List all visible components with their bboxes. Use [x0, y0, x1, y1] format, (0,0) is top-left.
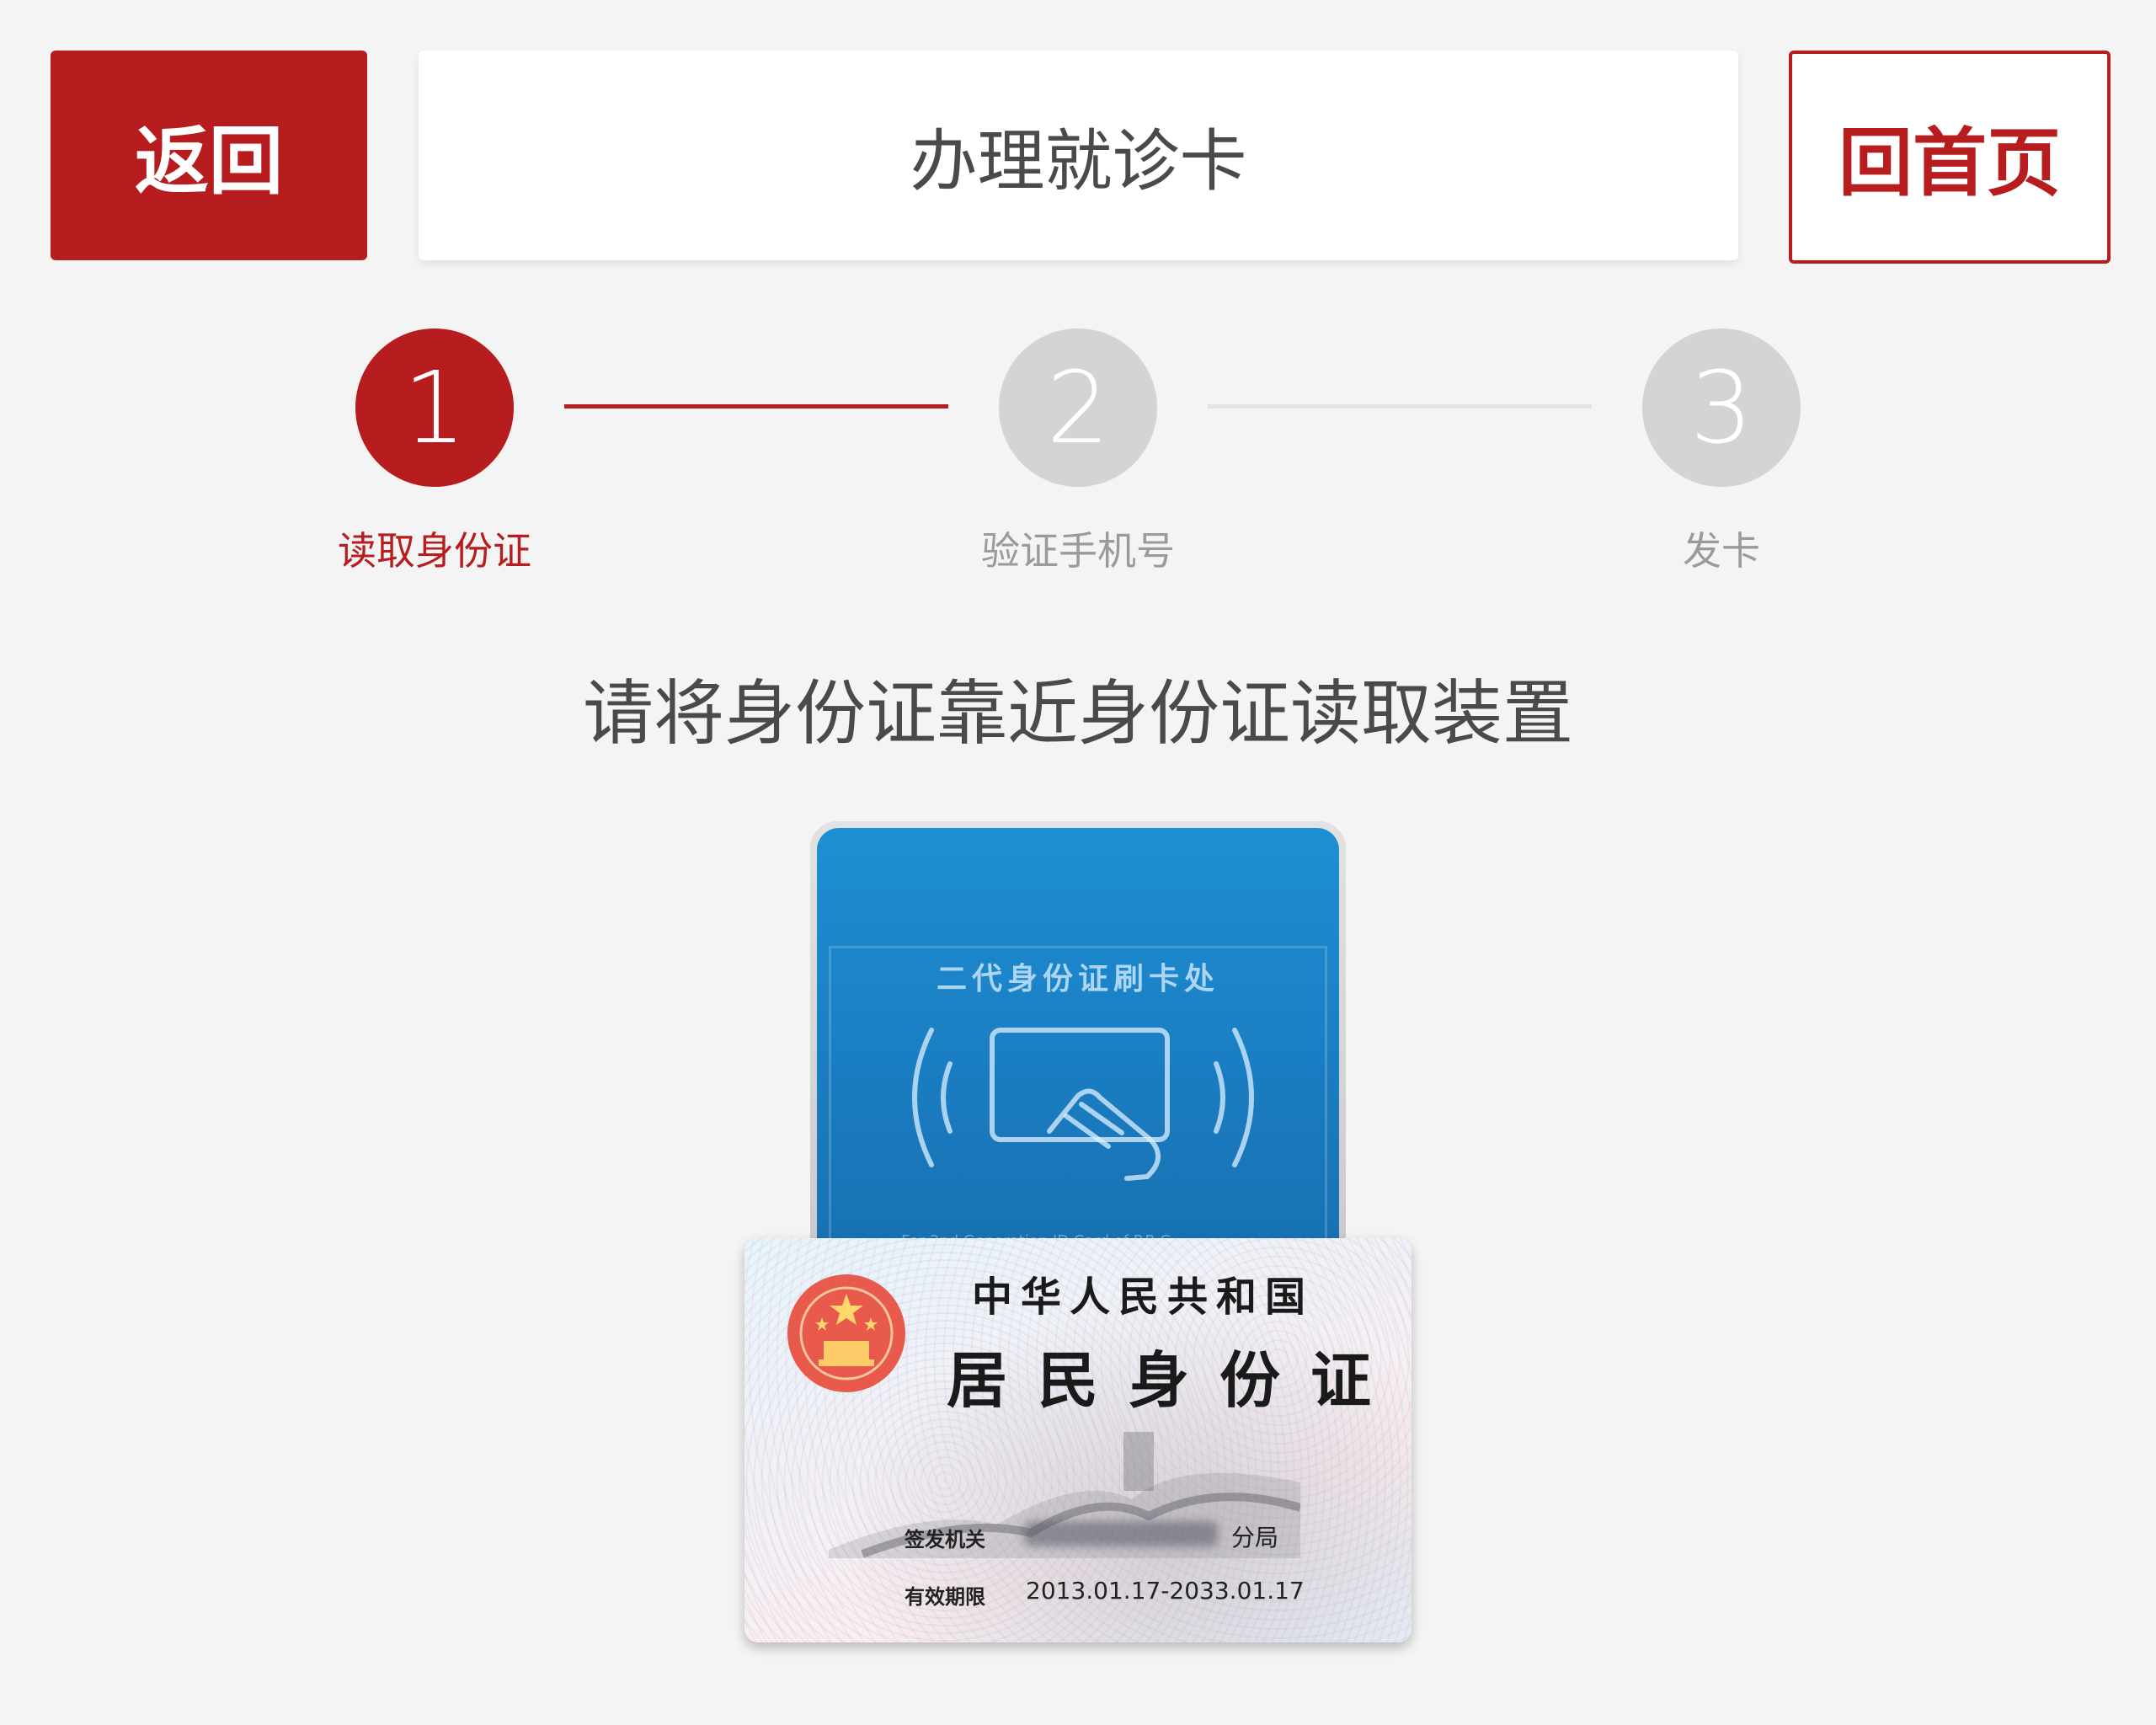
back-button[interactable]: 返回: [51, 51, 367, 260]
home-button[interactable]: 回首页: [1789, 51, 2111, 264]
redacted-authority: [1024, 1521, 1218, 1546]
step-3-number: 3: [1689, 350, 1753, 466]
national-emblem-icon: [787, 1274, 905, 1392]
back-button-label: 返回: [134, 118, 283, 205]
step-3-label: 发卡: [1683, 528, 1760, 574]
step-2-number: 2: [1046, 350, 1110, 466]
tap-card-icon: [912, 1028, 1254, 1181]
card-country-text: 中华人民共和国: [972, 1274, 1315, 1321]
reader-label: 二代身份证刷卡处: [936, 962, 1219, 996]
authority-label: 签发机关: [905, 1528, 985, 1551]
page-title: 办理就诊卡: [910, 121, 1247, 200]
step-1-circle: 1: [355, 328, 514, 487]
step-3-circle: 3: [1642, 328, 1801, 487]
id-card-reader-illustration: 二代身份证刷卡处 For 2nd Generation ID Card of P…: [810, 821, 1346, 1293]
step-2-label: 验证手机号: [981, 528, 1175, 574]
step-1-number: 1: [403, 350, 467, 466]
step-1-label: 读取身份证: [338, 528, 531, 574]
step-connector-2: [1208, 404, 1592, 409]
instruction-text: 请将身份证靠近身份证读取装置: [582, 672, 1573, 755]
page-title-bar: 办理就诊卡: [419, 51, 1738, 260]
home-button-label: 回首页: [1838, 120, 2061, 206]
authority-suffix: 分局: [1231, 1524, 1279, 1551]
validity-label: 有效期限: [905, 1585, 985, 1609]
step-connector-1: [564, 404, 948, 409]
validity-value: 2013.01.17-2033.01.17: [1026, 1577, 1305, 1605]
id-card-illustration: 中华人民共和国 居民身份证 签发机关 分局 有效期限 2013.01.17-20…: [744, 1238, 1412, 1642]
step-2-circle: 2: [999, 328, 1157, 487]
